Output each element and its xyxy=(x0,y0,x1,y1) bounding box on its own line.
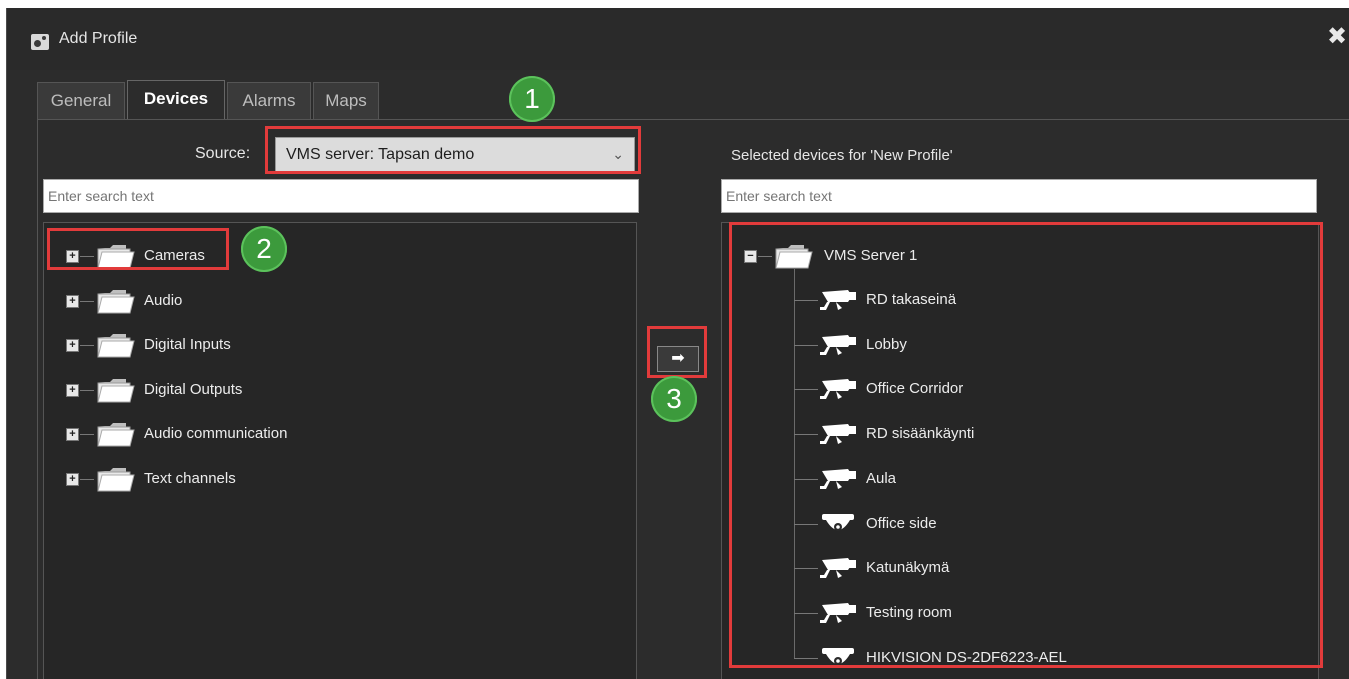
annotation-badge-2: 2 xyxy=(241,226,287,272)
tree-item-digital-inputs[interactable]: + Digital Inputs xyxy=(44,330,624,360)
annotation-box-cameras xyxy=(47,228,229,270)
annotation-box-selected xyxy=(729,222,1323,668)
source-device-tree[interactable]: + Cameras + Audio + Digital Inputs + Digital Ou… xyxy=(43,222,637,679)
tab-alarms[interactable]: Alarms xyxy=(227,82,311,120)
tab-devices[interactable]: Devices xyxy=(127,80,225,120)
tab-body-border xyxy=(37,119,38,679)
tab-divider xyxy=(37,119,1349,120)
folder-icon xyxy=(96,287,136,315)
annotation-badge-1: 1 xyxy=(509,76,555,122)
tree-item-audio[interactable]: + Audio xyxy=(44,286,624,316)
tree-connector xyxy=(80,478,94,480)
folder-icon xyxy=(96,331,136,359)
annotation-badge-3: 3 xyxy=(651,376,697,422)
tree-item-label: Digital Inputs xyxy=(144,336,231,353)
source-search-input[interactable] xyxy=(43,179,639,213)
tree-item-label: Digital Outputs xyxy=(144,380,243,398)
expand-icon[interactable]: + xyxy=(66,428,79,441)
title-bar: Add Profile ✖ xyxy=(7,8,1349,70)
tab-maps[interactable]: Maps xyxy=(313,82,379,120)
expand-icon[interactable]: + xyxy=(66,472,79,486)
tree-item-digital-outputs[interactable]: + Digital Outputs xyxy=(44,375,624,405)
app-icon xyxy=(31,34,49,50)
annotation-box-source xyxy=(265,126,641,174)
selected-search-input[interactable] xyxy=(721,179,1317,213)
close-button[interactable]: ✖ xyxy=(1326,25,1348,49)
tree-connector xyxy=(80,345,94,346)
folder-icon xyxy=(96,465,136,493)
tree-item-label: Audio communication xyxy=(144,425,288,442)
folder-icon xyxy=(96,420,136,448)
folder-icon xyxy=(96,376,136,404)
source-label: Source: xyxy=(195,145,251,162)
expand-icon[interactable]: + xyxy=(66,339,79,352)
tree-item-label: Audio xyxy=(144,291,183,309)
tree-connector xyxy=(80,389,94,391)
selected-devices-header: Selected devices for 'New Profile' xyxy=(731,147,953,164)
window-title: Add Profile xyxy=(59,30,138,47)
tree-connector xyxy=(80,300,94,302)
tree-item-label: Text channels xyxy=(144,469,236,487)
tree-connector xyxy=(80,434,94,435)
annotation-box-arrow xyxy=(647,326,707,378)
tree-item-audio-communication[interactable]: + Audio communication xyxy=(44,419,624,449)
tab-general[interactable]: General xyxy=(37,82,125,120)
expand-icon[interactable]: + xyxy=(66,383,79,397)
add-profile-dialog: Add Profile ✖ General Devices Alarms Map… xyxy=(6,8,1349,679)
expand-icon[interactable]: + xyxy=(66,294,79,308)
tree-item-text-channels[interactable]: + Text channels xyxy=(44,464,624,494)
